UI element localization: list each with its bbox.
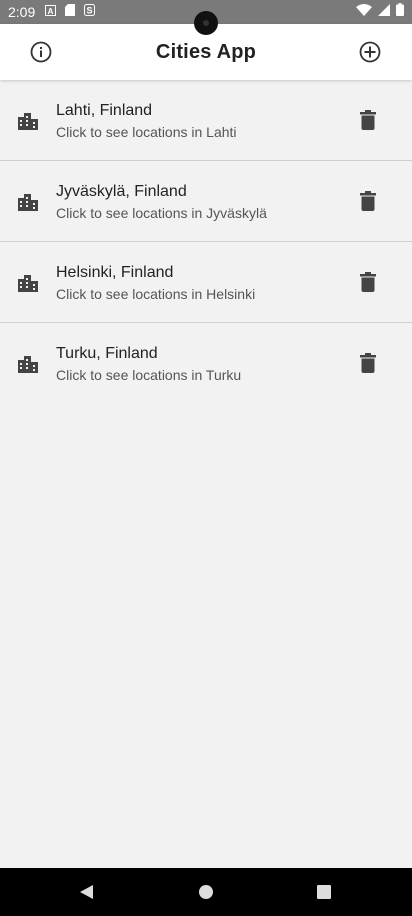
nav-recents-button[interactable] [314,882,334,902]
font-a-icon: A [45,3,57,21]
delete-city-button[interactable] [352,185,384,217]
status-icons-left: A S [45,3,96,21]
city-subtitle: Click to see locations in Turku [56,367,242,383]
page-title: Cities App [155,40,257,63]
s-notification-icon: S [84,3,96,21]
delete-city-button[interactable] [352,104,384,136]
city-list-item[interactable]: Lahti, Finland Click to see locations in… [0,80,412,161]
trash-icon [360,110,376,130]
city-building-icon [18,356,38,373]
city-name: Jyväskylä, Finland [56,183,187,200]
add-circle-icon [359,41,381,63]
city-building-icon [18,275,38,292]
signal-icon [378,3,390,21]
recents-square-icon [317,885,331,899]
front-camera [194,11,218,35]
nav-home-button[interactable] [196,882,216,902]
trash-icon [360,272,376,292]
city-name: Lahti, Finland [56,102,153,119]
status-icons-right [356,3,404,21]
home-circle-icon [199,885,213,899]
add-city-button[interactable] [354,36,386,68]
sd-card-icon [65,3,76,21]
info-icon [30,41,52,63]
city-list-item[interactable]: Jyväskylä, Finland Click to see location… [0,161,412,242]
delete-city-button[interactable] [352,266,384,298]
city-building-icon [18,194,38,211]
wifi-icon [356,3,372,21]
city-subtitle: Click to see locations in Helsinki [56,286,256,302]
back-triangle-icon [80,885,93,899]
city-list: Lahti, Finland Click to see locations in… [0,80,412,404]
svg-text:A: A [48,7,54,16]
nav-back-button[interactable] [76,882,96,902]
city-list-item[interactable]: Helsinki, Finland Click to see locations… [0,242,412,323]
info-button[interactable] [25,36,57,68]
city-name: Helsinki, Finland [56,264,174,281]
status-time: 2:09 [8,4,36,20]
system-nav-bar [0,868,412,916]
city-building-icon [18,113,38,130]
city-subtitle: Click to see locations in Jyväskylä [56,205,267,221]
trash-icon [360,191,376,211]
app-screen: 2:09 A S Cities App Lahti, Finland Click… [0,0,412,916]
delete-city-button[interactable] [352,347,384,379]
city-list-item[interactable]: Turku, Finland Click to see locations in… [0,323,412,404]
city-subtitle: Click to see locations in Lahti [56,124,237,140]
battery-icon [396,3,404,21]
city-name: Turku, Finland [56,345,158,362]
trash-icon [360,353,376,373]
svg-text:S: S [87,6,93,16]
